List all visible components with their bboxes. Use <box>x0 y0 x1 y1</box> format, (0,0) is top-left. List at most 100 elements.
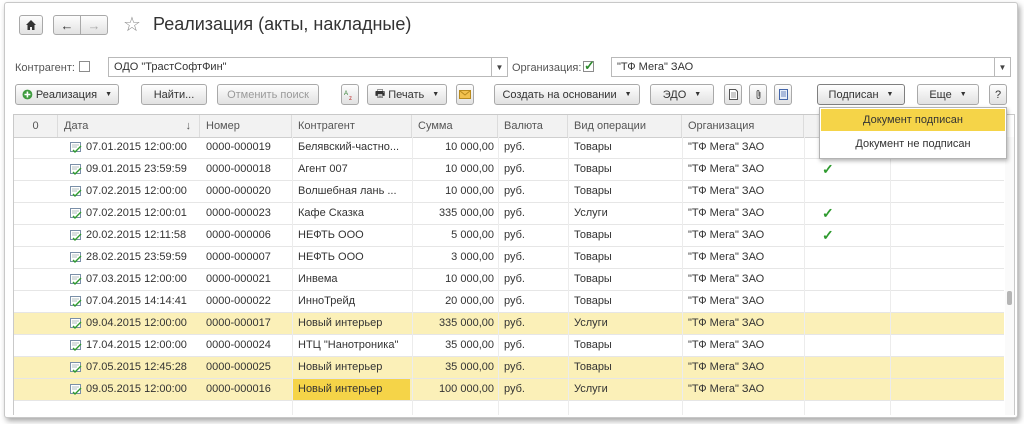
cell-org: "ТФ Мега" ЗАО <box>688 251 765 263</box>
cell-number: 0000-000024 <box>206 339 271 351</box>
cancel-search-button[interactable]: Отменить поиск <box>217 84 319 105</box>
favorite-star-icon[interactable]: ☆ <box>123 12 141 37</box>
cell-currency: руб. <box>504 317 525 329</box>
cell-date: 09.01.2015 23:59:59 <box>86 163 187 175</box>
cell-op: Услуги <box>574 207 608 219</box>
header-currency[interactable]: Валюта <box>498 115 568 137</box>
paperclip-icon: 0 <box>32 120 39 132</box>
table-row[interactable]: 09.05.2015 12:00:00 0000-000016 Новый инте… <box>14 379 1004 401</box>
header-attachments[interactable]: 0 <box>14 115 58 137</box>
cell-sum: 35 000,00 <box>445 361 494 373</box>
cell-date: 07.03.2015 12:00:00 <box>86 273 187 285</box>
print-button[interactable]: 🖶 Печать ▼ <box>367 84 447 105</box>
cell-org: "ТФ Мега" ЗАО <box>688 361 765 373</box>
chevron-down-icon: ▼ <box>432 91 440 98</box>
organization-checkbox[interactable] <box>583 58 595 74</box>
cell-currency: руб. <box>504 295 525 307</box>
table-row[interactable]: 07.02.2015 12:00:01 0000-000023 Кафе Сказк… <box>14 203 1004 225</box>
app-window: ← → ☆ Реализация (акты, накладные) Контр… <box>4 2 1018 418</box>
edo-label: ЭДО <box>662 88 687 101</box>
cell-sum: 35 000,00 <box>445 339 494 351</box>
contractor-label: Контрагент: <box>15 62 75 74</box>
table-row[interactable]: 07.05.2015 12:45:28 0000-000025 Новый инте… <box>14 357 1004 379</box>
cell-sum: 10 000,00 <box>445 141 494 153</box>
menu-item-signed[interactable]: Документ подписан <box>821 109 1005 131</box>
arrow-left-icon: ← <box>60 17 74 33</box>
cell-op: Услуги <box>574 383 608 395</box>
cell-number: 0000-000020 <box>206 185 271 197</box>
edo-button[interactable]: ЭДО ▼ <box>650 84 714 105</box>
more-button[interactable]: Еще ▼ <box>917 84 979 105</box>
cell-number: 0000-000007 <box>206 251 271 263</box>
document-posted-icon <box>70 208 82 219</box>
cell-contractor: Новый интерьер <box>298 361 383 373</box>
contractor-checkbox[interactable] <box>79 61 90 72</box>
spell-check-button[interactable]: Az <box>341 84 359 105</box>
menu-item-not-signed[interactable]: Документ не подписан <box>821 133 1005 155</box>
scrollbar-thumb[interactable] <box>1007 291 1012 305</box>
table-row[interactable]: 20.02.2015 12:11:58 0000-000006 НЕФТЬ ООО 5… <box>14 225 1004 247</box>
cell-sum: 100 000,00 <box>438 383 494 395</box>
help-button[interactable]: ? <box>989 84 1007 105</box>
create-based-on-button[interactable]: Создать на основании ▼ <box>494 84 640 105</box>
table-row[interactable]: 17.04.2015 12:00:00 0000-000024 НТЦ "Нанот… <box>14 335 1004 357</box>
header-date[interactable]: Дата ↓ <box>58 115 200 137</box>
signed-filter-button[interactable]: Подписан ▼ <box>817 84 905 105</box>
document-posted-icon <box>70 142 82 153</box>
cell-contractor: Инвема <box>298 273 338 285</box>
cell-date: 09.04.2015 12:00:00 <box>86 317 187 329</box>
cell-sum: 10 000,00 <box>445 273 494 285</box>
home-button[interactable] <box>19 15 43 35</box>
table-row[interactable]: 07.04.2015 14:14:41 0000-000022 ИнноТрейд 2… <box>14 291 1004 313</box>
contractor-field[interactable]: ОДО "ТрастСофтФин" <box>108 57 492 77</box>
cell-op: Товары <box>574 229 612 241</box>
cell-contractor: Волшебная лань ... <box>298 185 397 197</box>
document-posted-icon <box>70 274 82 285</box>
table-row[interactable]: 07.02.2015 12:00:00 0000-000020 Волшебная … <box>14 181 1004 203</box>
document-posted-icon <box>70 164 82 175</box>
document-posted-icon <box>70 186 82 197</box>
forward-button[interactable]: → <box>80 15 108 35</box>
chevron-down-icon: ▼ <box>959 91 967 98</box>
table-row[interactable]: 09.04.2015 12:00:00 0000-000017 Новый инте… <box>14 313 1004 335</box>
cell-number: 0000-000021 <box>206 273 271 285</box>
mail-button[interactable] <box>456 84 474 105</box>
document-posted-icon <box>70 296 82 307</box>
header-date-label: Дата <box>64 120 89 132</box>
document-button[interactable] <box>724 84 742 105</box>
header-sum[interactable]: Сумма <box>412 115 498 137</box>
cell-currency: руб. <box>504 141 525 153</box>
organization-dropdown-icon[interactable]: ▼ <box>995 57 1011 77</box>
cell-org: "ТФ Мега" ЗАО <box>688 141 765 153</box>
cell-contractor: Новый интерьер <box>298 317 383 329</box>
cell-org: "ТФ Мега" ЗАО <box>688 229 765 241</box>
cell-number: 0000-000022 <box>206 295 271 307</box>
cell-op: Товары <box>574 141 612 153</box>
table-row[interactable]: 28.02.2015 23:59:59 0000-000007 НЕФТЬ ООО 3… <box>14 247 1004 269</box>
cell-sum: 335 000,00 <box>438 207 494 219</box>
header-operation[interactable]: Вид операции <box>568 115 682 137</box>
list-icon <box>778 89 788 100</box>
cell-date: 07.05.2015 12:45:28 <box>86 361 187 373</box>
back-button[interactable]: ← <box>53 15 81 35</box>
table-row[interactable]: 07.03.2015 12:00:00 0000-000021 Инвема 10 0… <box>14 269 1004 291</box>
table-row[interactable]: 09.01.2015 23:59:59 0000-000018 Агент 007 1… <box>14 159 1004 181</box>
cell-currency: руб. <box>504 383 525 395</box>
organization-field[interactable]: "ТФ Мега" ЗАО <box>611 57 995 77</box>
vertical-scrollbar[interactable] <box>1005 137 1014 415</box>
cell-sum: 10 000,00 <box>445 163 494 175</box>
cell-org: "ТФ Мега" ЗАО <box>688 339 765 351</box>
cell-number: 0000-000025 <box>206 361 271 373</box>
cell-contractor: Белявский-частно... <box>298 141 400 153</box>
header-organization[interactable]: Организация <box>682 115 804 137</box>
header-contractor[interactable]: Контрагент <box>292 115 412 137</box>
contractor-dropdown-icon[interactable]: ▼ <box>492 57 508 77</box>
attachment-button[interactable] <box>749 84 767 105</box>
header-number[interactable]: Номер <box>200 115 292 137</box>
cell-number: 0000-000016 <box>206 383 271 395</box>
find-button[interactable]: Найти... <box>141 84 207 105</box>
cell-date: 28.02.2015 23:59:59 <box>86 251 187 263</box>
list-view-button[interactable] <box>774 84 792 105</box>
realization-button[interactable]: Реализация ▼ <box>15 84 119 105</box>
document-posted-icon <box>70 230 82 241</box>
